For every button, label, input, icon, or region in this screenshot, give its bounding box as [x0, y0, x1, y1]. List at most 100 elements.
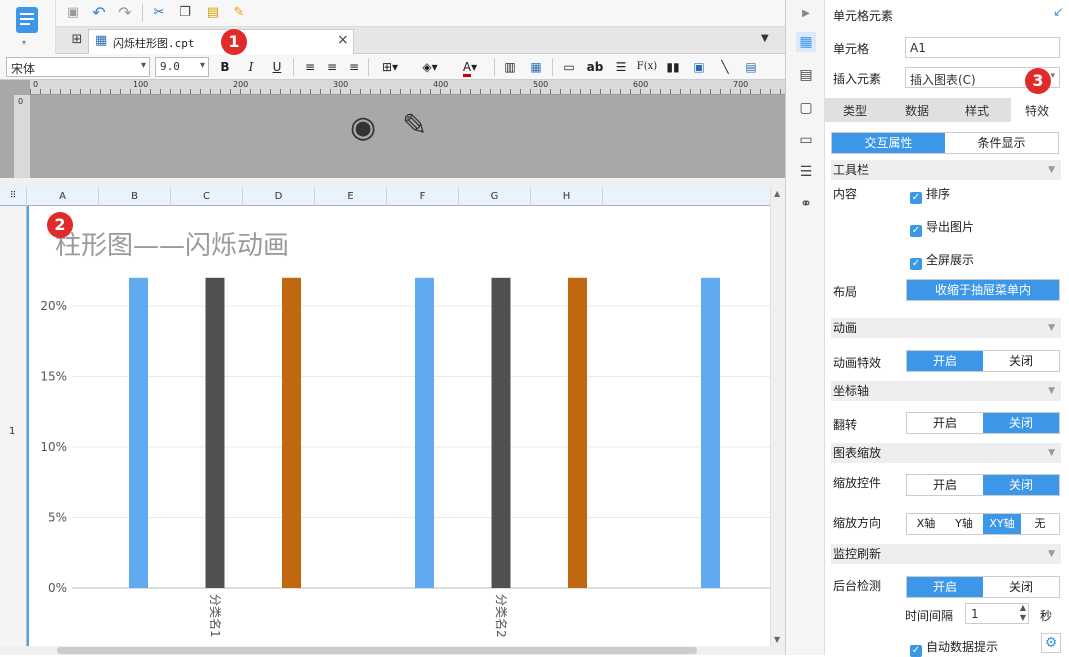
underline-button[interactable]: U [270, 59, 284, 75]
vertical-scrollbar[interactable]: ▲ ▼ [770, 187, 785, 646]
collapse-icon: ▼ [1048, 448, 1055, 458]
expand-arrow-icon[interactable]: ↙ [1053, 5, 1064, 20]
tab-effects[interactable]: 特效 [1011, 98, 1069, 122]
row-1[interactable]: 1 [9, 426, 15, 437]
column-f[interactable]: F [387, 187, 459, 206]
fullscreen-checkbox[interactable]: ✓ 全屏展示 [910, 251, 974, 270]
layout-select[interactable]: 收缩于抽屉菜单内 [906, 279, 1060, 301]
paste-icon[interactable]: ▤ [204, 4, 222, 22]
zoom-on-button[interactable]: 开启 [907, 475, 983, 495]
category-label: 分类名1 [208, 594, 223, 638]
format-brush-icon[interactable]: ✎ [230, 4, 248, 22]
flip-off-button[interactable]: 关闭 [983, 413, 1059, 433]
float-element-icon[interactable]: ▢ [796, 98, 816, 118]
sort-checkbox[interactable]: ✓ 排序 [910, 185, 950, 204]
column-g[interactable]: G [459, 187, 531, 206]
anim-off-button[interactable]: 关闭 [983, 351, 1059, 371]
widget-icon[interactable]: ▭ [796, 130, 816, 150]
insert-image-icon[interactable]: ▣ [690, 59, 708, 75]
zoom-off-button[interactable]: 关闭 [983, 475, 1059, 495]
column-e[interactable]: E [315, 187, 387, 206]
format-toolbar: 宋体 ▾ 9.0 ▾ B I U ≡ ≡ ≡ ⊞▾ ◈▾ A▾ ▥ ▦ ▭ ab… [0, 54, 785, 80]
subtab-condition[interactable]: 条件显示 [945, 133, 1058, 153]
redo-icon[interactable]: ↷ [116, 4, 134, 22]
subtab-interaction[interactable]: 交互属性 [832, 133, 945, 153]
export-image-checkbox[interactable]: ✓ 导出图片 [910, 218, 974, 237]
zoom-none-button[interactable]: 无 [1021, 514, 1059, 534]
font-color-icon[interactable]: A▾ [456, 59, 484, 77]
flip-toggle: 开启 关闭 [906, 412, 1060, 434]
app-logo-icon[interactable] [16, 7, 38, 33]
slash-icon[interactable]: ╲ [716, 59, 734, 75]
auto-tip-checkbox[interactable]: ✓ 自动数据提示 [910, 638, 998, 657]
border-icon[interactable]: ⊞▾ [376, 59, 404, 75]
column-c[interactable]: C [171, 187, 243, 206]
backend-on-button[interactable]: 开启 [907, 577, 983, 597]
zoom-x-button[interactable]: X轴 [907, 514, 945, 534]
collapse-arrow-icon[interactable]: ▶ [796, 4, 816, 24]
zoom-ctrl-toggle: 开启 关闭 [906, 474, 1060, 496]
italic-button[interactable]: I [244, 59, 258, 75]
report-sheet[interactable]: 柱形图——闪烁动画 20% 15% 10% 5% 0% 分类名1 分类名2 [27, 206, 770, 646]
column-a[interactable]: A [27, 187, 99, 206]
cell-element-icon[interactable]: ▦ [796, 32, 816, 52]
tab-type[interactable]: 类型 [843, 102, 867, 119]
zoom-y-button[interactable]: Y轴 [945, 514, 983, 534]
tab-style[interactable]: 样式 [965, 102, 989, 119]
tab-title: 闪烁柱形图.cpt [113, 37, 195, 50]
backend-off-button[interactable]: 关闭 [983, 577, 1059, 597]
tab-menu-icon[interactable]: ▼ [761, 33, 769, 44]
font-name-select[interactable]: 宋体 ▾ [6, 57, 150, 77]
insert-element-label: 插入元素 [833, 72, 882, 86]
flip-on-button[interactable]: 开启 [907, 413, 983, 433]
align-right-icon[interactable]: ≡ [346, 59, 362, 75]
formula-button[interactable]: F(x) [636, 59, 658, 75]
zoom-xy-button[interactable]: XY轴 [983, 514, 1021, 534]
cell-attribute-icon[interactable]: ▤ [796, 65, 816, 85]
bar-chart: 柱形图——闪烁动画 20% 15% 10% 5% 0% 分类名1 分类名2 [40, 231, 770, 638]
text-ab-button[interactable]: ab [586, 59, 604, 75]
hide-eye-icon[interactable]: ◉ [350, 110, 376, 145]
fill-color-icon[interactable]: ◈▾ [416, 59, 444, 75]
settings-gear-icon[interactable]: ⚙ [1041, 633, 1061, 653]
bold-button[interactable]: B [218, 59, 232, 75]
tab-data[interactable]: 数据 [905, 102, 929, 119]
edit-pencil-icon[interactable]: ✎ [402, 108, 427, 143]
column-d[interactable]: D [243, 187, 315, 206]
column-h[interactable]: H [531, 187, 603, 206]
horizontal-scrollbar[interactable] [27, 646, 770, 655]
axis-section[interactable]: 坐标轴 ▼ [831, 381, 1061, 401]
property-panel: 单元格元素 ↙ 单元格 A1 插入元素 插入图表(C) ▾ 类型 数据 样式 特… [825, 0, 1069, 657]
cell-input[interactable]: A1 [905, 37, 1060, 58]
table-icon[interactable]: ▦ [528, 59, 544, 75]
tab-close-icon[interactable]: × [337, 32, 349, 48]
paragraph-icon[interactable]: ☰ [612, 59, 630, 75]
condition-icon[interactable]: ☰ [796, 162, 816, 182]
app-menu-chevron-icon[interactable]: ▾ [22, 38, 26, 47]
undo-icon[interactable]: ↶ [90, 4, 108, 22]
tab-grid-icon[interactable]: ⊞ [68, 31, 86, 49]
anim-on-button[interactable]: 开启 [907, 351, 983, 371]
copy-icon[interactable]: ❐ [176, 4, 194, 22]
align-left-icon[interactable]: ≡ [302, 59, 318, 75]
merge-cell-icon[interactable]: ▥ [502, 59, 518, 75]
cut-icon[interactable]: ✂ [150, 4, 168, 22]
monitor-section[interactable]: 监控刷新 ▼ [831, 544, 1061, 564]
interval-stepper[interactable]: 1 ▲ ▼ [965, 603, 1029, 624]
text-field-icon[interactable]: ▭ [560, 59, 578, 75]
align-center-icon[interactable]: ≡ [324, 59, 340, 75]
column-b[interactable]: B [99, 187, 171, 206]
font-size-select[interactable]: 9.0 ▾ [155, 57, 209, 77]
subreport-icon[interactable]: ▤ [742, 59, 760, 75]
stepper-down-icon[interactable]: ▼ [1020, 613, 1026, 622]
stepper-up-icon[interactable]: ▲ [1020, 603, 1026, 612]
insert-chart-icon[interactable]: ▮▮ [664, 59, 682, 75]
select-all-icon[interactable]: ⠿ [0, 187, 27, 206]
hyperlink-icon[interactable]: ⚭ [796, 194, 816, 214]
toolbar-section[interactable]: 工具栏 ▼ [831, 160, 1061, 180]
y-tick-label: 5% [48, 511, 67, 525]
save-icon[interactable]: ▣ [64, 4, 82, 22]
animation-section[interactable]: 动画 ▼ [831, 318, 1061, 338]
column-header: ⠿ A B C D E F G H [0, 187, 770, 206]
zoom-section[interactable]: 图表缩放 ▼ [831, 443, 1061, 463]
